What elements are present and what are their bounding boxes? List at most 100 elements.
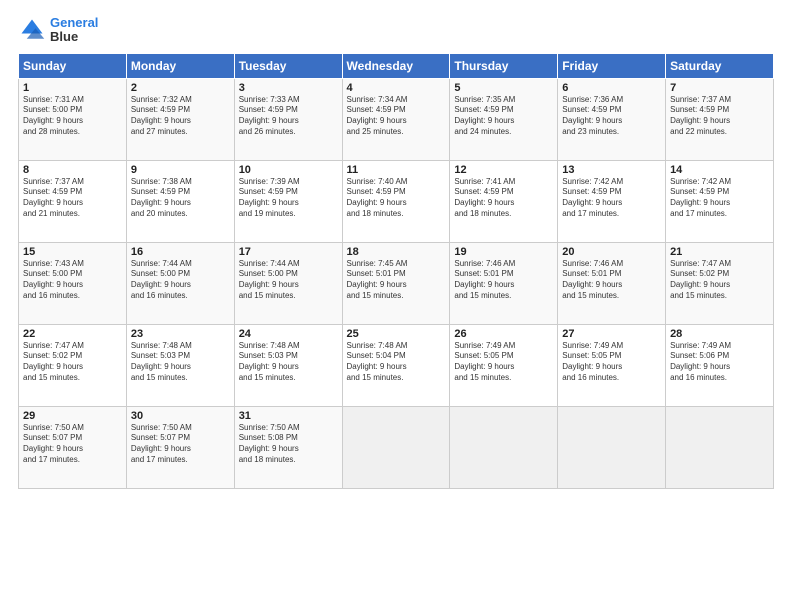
day-cell: 22Sunrise: 7:47 AM Sunset: 5:02 PM Dayli…: [19, 324, 127, 406]
day-info: Sunrise: 7:31 AM Sunset: 5:00 PM Dayligh…: [23, 95, 122, 138]
day-number: 8: [23, 164, 122, 176]
day-number: 4: [347, 82, 446, 94]
day-cell: 21Sunrise: 7:47 AM Sunset: 5:02 PM Dayli…: [666, 242, 774, 324]
day-cell: 31Sunrise: 7:50 AM Sunset: 5:08 PM Dayli…: [234, 406, 342, 488]
day-info: Sunrise: 7:47 AM Sunset: 5:02 PM Dayligh…: [23, 341, 122, 384]
day-cell: 16Sunrise: 7:44 AM Sunset: 5:00 PM Dayli…: [126, 242, 234, 324]
day-info: Sunrise: 7:43 AM Sunset: 5:00 PM Dayligh…: [23, 259, 122, 302]
day-cell: 1Sunrise: 7:31 AM Sunset: 5:00 PM Daylig…: [19, 78, 127, 160]
day-number: 24: [239, 328, 338, 340]
day-cell: 7Sunrise: 7:37 AM Sunset: 4:59 PM Daylig…: [666, 78, 774, 160]
day-number: 14: [670, 164, 769, 176]
weekday-header-thursday: Thursday: [450, 53, 558, 78]
day-number: 20: [562, 246, 661, 258]
week-row-3: 15Sunrise: 7:43 AM Sunset: 5:00 PM Dayli…: [19, 242, 774, 324]
day-info: Sunrise: 7:35 AM Sunset: 4:59 PM Dayligh…: [454, 95, 553, 138]
day-cell: [450, 406, 558, 488]
day-cell: 17Sunrise: 7:44 AM Sunset: 5:00 PM Dayli…: [234, 242, 342, 324]
logo: General Blue: [18, 16, 98, 45]
day-info: Sunrise: 7:38 AM Sunset: 4:59 PM Dayligh…: [131, 177, 230, 220]
day-number: 23: [131, 328, 230, 340]
day-cell: 30Sunrise: 7:50 AM Sunset: 5:07 PM Dayli…: [126, 406, 234, 488]
day-cell: 26Sunrise: 7:49 AM Sunset: 5:05 PM Dayli…: [450, 324, 558, 406]
day-number: 6: [562, 82, 661, 94]
day-info: Sunrise: 7:48 AM Sunset: 5:03 PM Dayligh…: [131, 341, 230, 384]
day-info: Sunrise: 7:46 AM Sunset: 5:01 PM Dayligh…: [562, 259, 661, 302]
day-cell: 8Sunrise: 7:37 AM Sunset: 4:59 PM Daylig…: [19, 160, 127, 242]
weekday-header-wednesday: Wednesday: [342, 53, 450, 78]
day-info: Sunrise: 7:50 AM Sunset: 5:08 PM Dayligh…: [239, 423, 338, 466]
day-cell: 29Sunrise: 7:50 AM Sunset: 5:07 PM Dayli…: [19, 406, 127, 488]
day-cell: 11Sunrise: 7:40 AM Sunset: 4:59 PM Dayli…: [342, 160, 450, 242]
day-number: 30: [131, 410, 230, 422]
day-cell: 3Sunrise: 7:33 AM Sunset: 4:59 PM Daylig…: [234, 78, 342, 160]
weekday-header-row: SundayMondayTuesdayWednesdayThursdayFrid…: [19, 53, 774, 78]
day-number: 16: [131, 246, 230, 258]
weekday-header-saturday: Saturday: [666, 53, 774, 78]
day-number: 10: [239, 164, 338, 176]
day-info: Sunrise: 7:36 AM Sunset: 4:59 PM Dayligh…: [562, 95, 661, 138]
day-cell: 4Sunrise: 7:34 AM Sunset: 4:59 PM Daylig…: [342, 78, 450, 160]
day-cell: 9Sunrise: 7:38 AM Sunset: 4:59 PM Daylig…: [126, 160, 234, 242]
day-info: Sunrise: 7:44 AM Sunset: 5:00 PM Dayligh…: [239, 259, 338, 302]
week-row-4: 22Sunrise: 7:47 AM Sunset: 5:02 PM Dayli…: [19, 324, 774, 406]
day-cell: 14Sunrise: 7:42 AM Sunset: 4:59 PM Dayli…: [666, 160, 774, 242]
day-cell: [558, 406, 666, 488]
day-info: Sunrise: 7:47 AM Sunset: 5:02 PM Dayligh…: [670, 259, 769, 302]
day-number: 28: [670, 328, 769, 340]
day-info: Sunrise: 7:37 AM Sunset: 4:59 PM Dayligh…: [670, 95, 769, 138]
day-number: 1: [23, 82, 122, 94]
day-cell: 28Sunrise: 7:49 AM Sunset: 5:06 PM Dayli…: [666, 324, 774, 406]
day-info: Sunrise: 7:34 AM Sunset: 4:59 PM Dayligh…: [347, 95, 446, 138]
day-cell: 23Sunrise: 7:48 AM Sunset: 5:03 PM Dayli…: [126, 324, 234, 406]
weekday-header-friday: Friday: [558, 53, 666, 78]
weekday-header-tuesday: Tuesday: [234, 53, 342, 78]
day-number: 19: [454, 246, 553, 258]
calendar-page: General Blue SundayMondayTuesdayWednesda…: [0, 0, 792, 612]
day-number: 27: [562, 328, 661, 340]
day-info: Sunrise: 7:41 AM Sunset: 4:59 PM Dayligh…: [454, 177, 553, 220]
header: General Blue: [18, 16, 774, 45]
day-cell: 15Sunrise: 7:43 AM Sunset: 5:00 PM Dayli…: [19, 242, 127, 324]
day-info: Sunrise: 7:46 AM Sunset: 5:01 PM Dayligh…: [454, 259, 553, 302]
day-cell: 19Sunrise: 7:46 AM Sunset: 5:01 PM Dayli…: [450, 242, 558, 324]
day-number: 2: [131, 82, 230, 94]
day-number: 3: [239, 82, 338, 94]
day-number: 21: [670, 246, 769, 258]
day-cell: 12Sunrise: 7:41 AM Sunset: 4:59 PM Dayli…: [450, 160, 558, 242]
week-row-5: 29Sunrise: 7:50 AM Sunset: 5:07 PM Dayli…: [19, 406, 774, 488]
week-row-2: 8Sunrise: 7:37 AM Sunset: 4:59 PM Daylig…: [19, 160, 774, 242]
day-info: Sunrise: 7:48 AM Sunset: 5:04 PM Dayligh…: [347, 341, 446, 384]
day-number: 5: [454, 82, 553, 94]
day-info: Sunrise: 7:42 AM Sunset: 4:59 PM Dayligh…: [670, 177, 769, 220]
weekday-header-monday: Monday: [126, 53, 234, 78]
day-number: 22: [23, 328, 122, 340]
logo-text: General Blue: [50, 16, 98, 45]
day-number: 29: [23, 410, 122, 422]
day-cell: [342, 406, 450, 488]
day-info: Sunrise: 7:45 AM Sunset: 5:01 PM Dayligh…: [347, 259, 446, 302]
day-number: 26: [454, 328, 553, 340]
day-number: 12: [454, 164, 553, 176]
day-cell: 25Sunrise: 7:48 AM Sunset: 5:04 PM Dayli…: [342, 324, 450, 406]
day-info: Sunrise: 7:48 AM Sunset: 5:03 PM Dayligh…: [239, 341, 338, 384]
day-info: Sunrise: 7:42 AM Sunset: 4:59 PM Dayligh…: [562, 177, 661, 220]
day-number: 17: [239, 246, 338, 258]
logo-icon: [18, 16, 46, 44]
day-info: Sunrise: 7:50 AM Sunset: 5:07 PM Dayligh…: [23, 423, 122, 466]
day-number: 13: [562, 164, 661, 176]
day-number: 31: [239, 410, 338, 422]
day-cell: [666, 406, 774, 488]
day-number: 25: [347, 328, 446, 340]
day-info: Sunrise: 7:33 AM Sunset: 4:59 PM Dayligh…: [239, 95, 338, 138]
day-cell: 10Sunrise: 7:39 AM Sunset: 4:59 PM Dayli…: [234, 160, 342, 242]
day-info: Sunrise: 7:37 AM Sunset: 4:59 PM Dayligh…: [23, 177, 122, 220]
day-info: Sunrise: 7:49 AM Sunset: 5:05 PM Dayligh…: [454, 341, 553, 384]
day-info: Sunrise: 7:50 AM Sunset: 5:07 PM Dayligh…: [131, 423, 230, 466]
day-cell: 27Sunrise: 7:49 AM Sunset: 5:05 PM Dayli…: [558, 324, 666, 406]
day-number: 7: [670, 82, 769, 94]
day-info: Sunrise: 7:49 AM Sunset: 5:05 PM Dayligh…: [562, 341, 661, 384]
day-number: 18: [347, 246, 446, 258]
day-cell: 5Sunrise: 7:35 AM Sunset: 4:59 PM Daylig…: [450, 78, 558, 160]
day-cell: 6Sunrise: 7:36 AM Sunset: 4:59 PM Daylig…: [558, 78, 666, 160]
